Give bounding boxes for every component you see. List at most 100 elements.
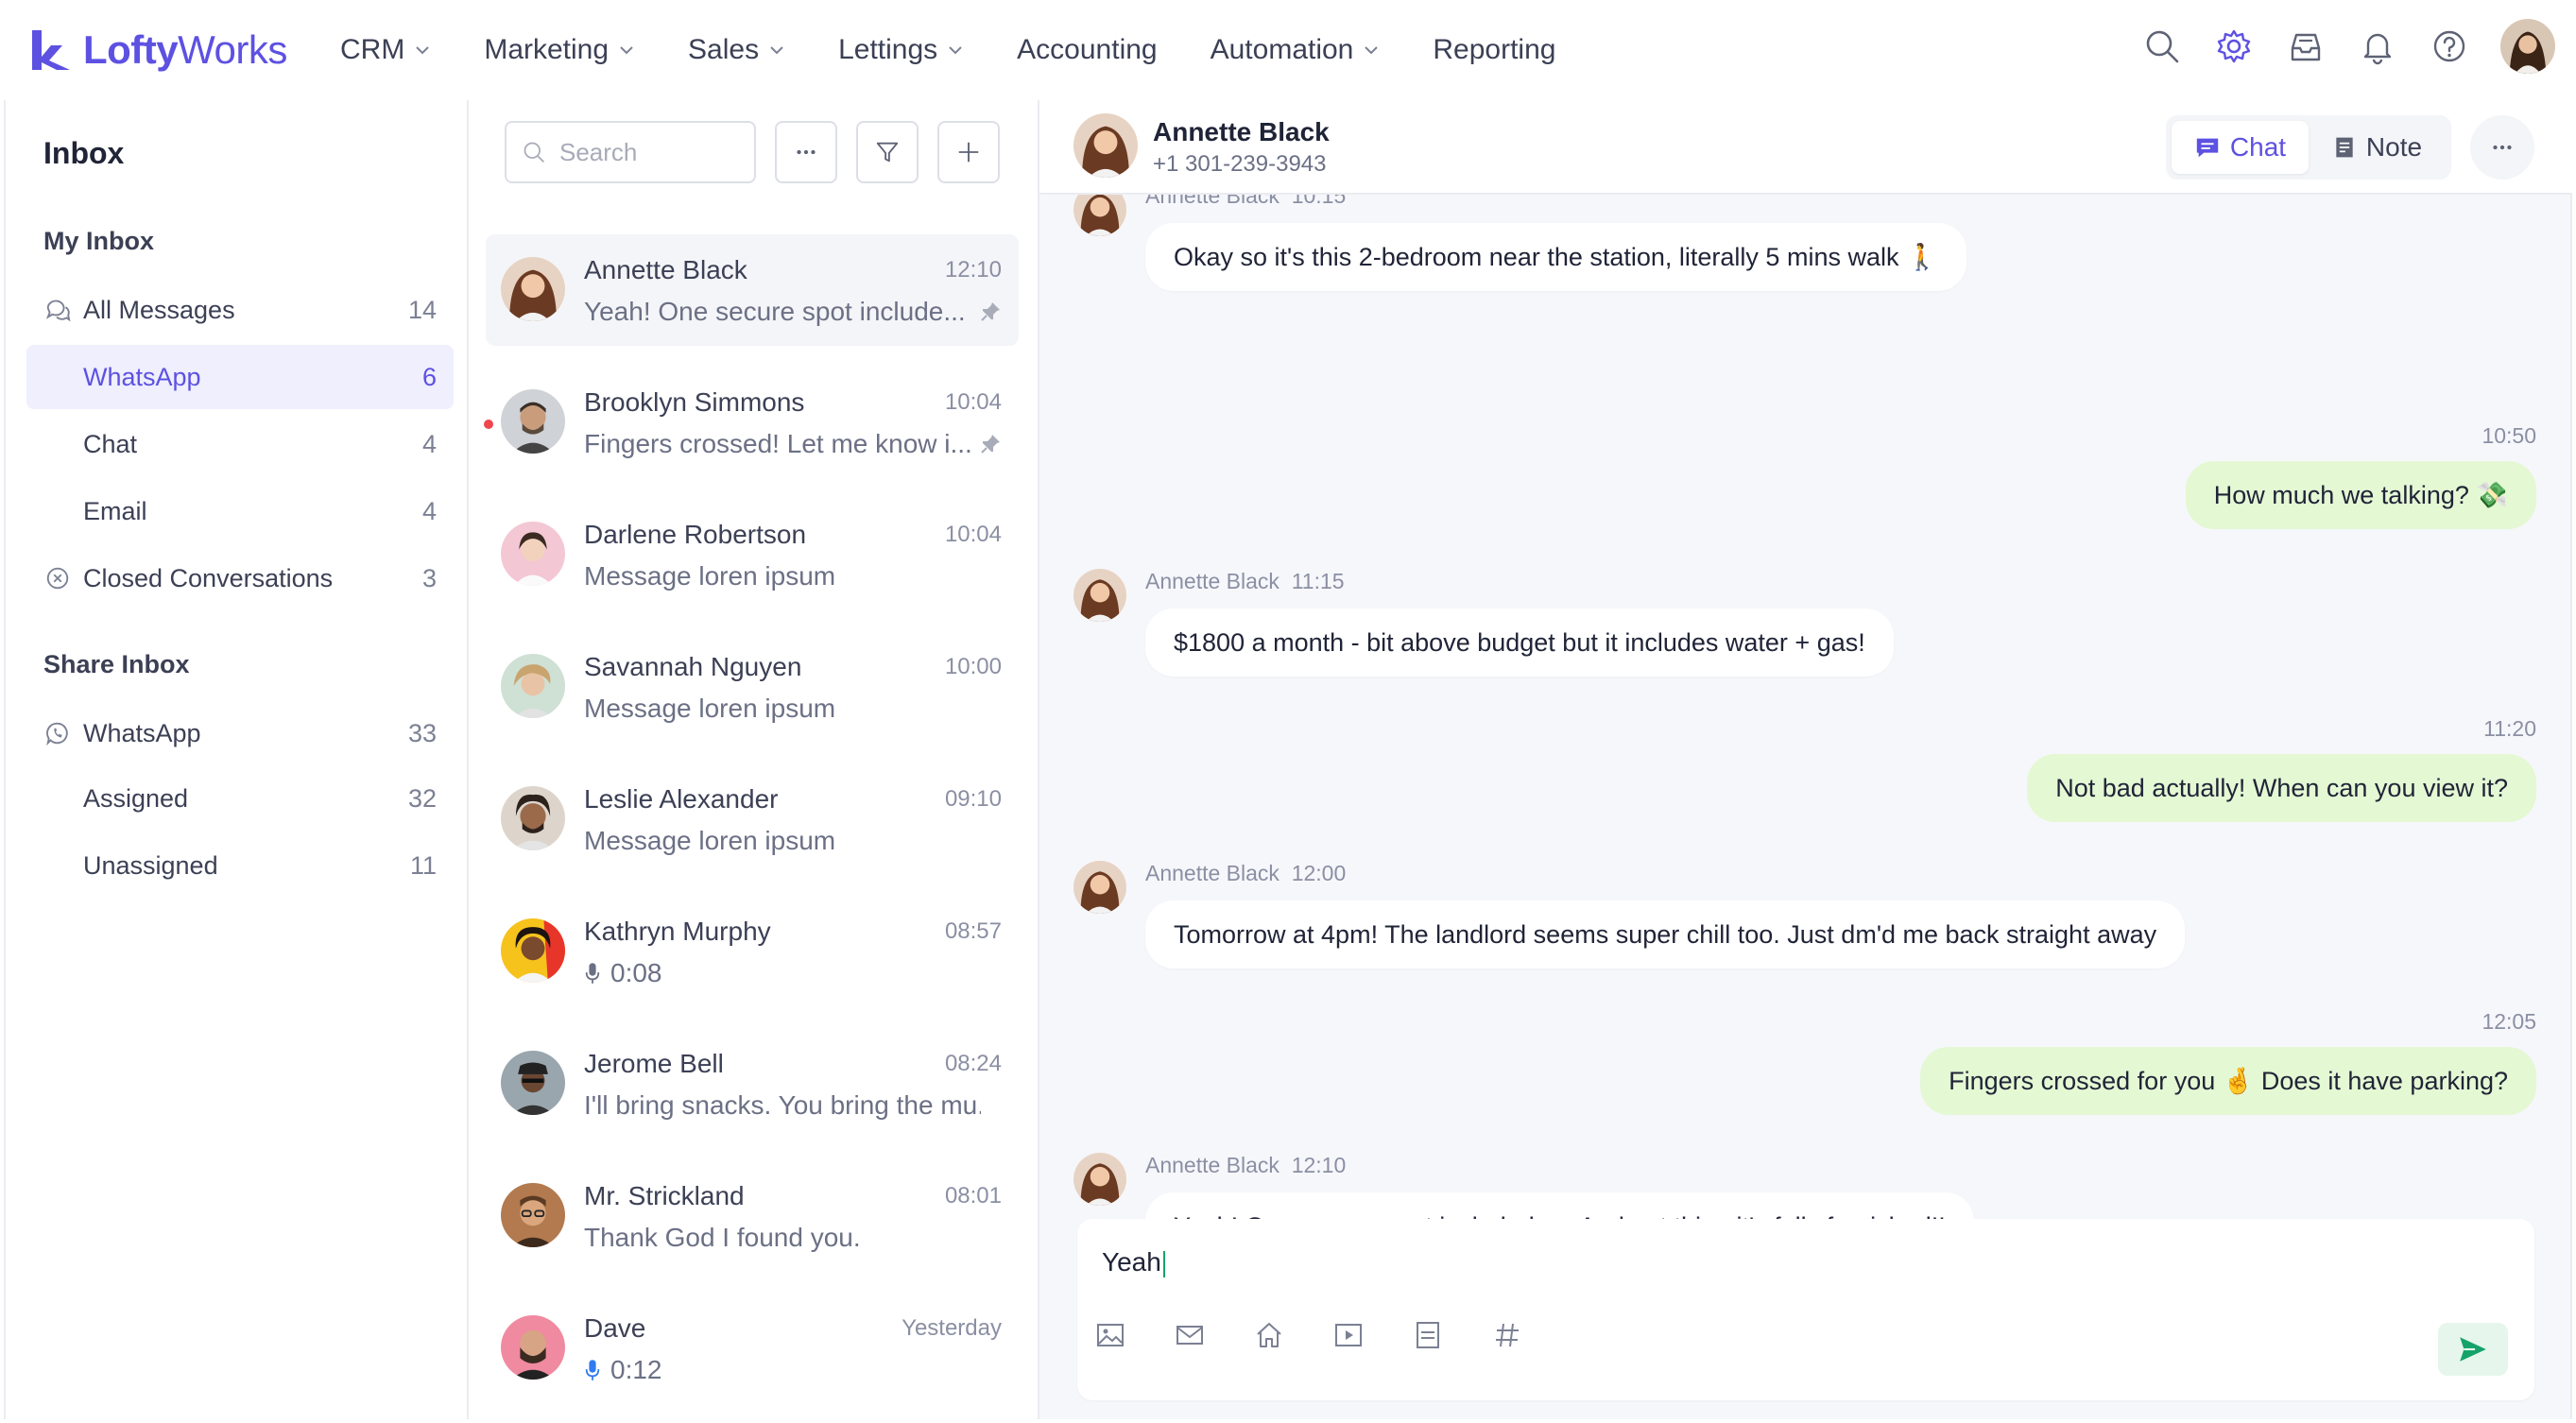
new-conversation-button[interactable] (937, 121, 1000, 183)
close-circle-icon (43, 564, 72, 592)
message-time: 11:20 (2483, 716, 2536, 741)
help-icon[interactable] (2429, 26, 2470, 67)
conversation-item-annette-black[interactable]: Annette Black 12:10 Yeah! One secure spo… (486, 234, 1019, 346)
message-bubble: Not bad actually! When can you view it? (2027, 754, 2536, 822)
message-composer[interactable]: Yeah (1077, 1219, 2534, 1400)
message-thread: Annette Black 10:15 Okay so it's this 2-… (1039, 195, 2572, 1281)
unread-indicator (484, 420, 493, 429)
contact-name: Jerome Bell (584, 1049, 724, 1078)
sidebar-item-assigned[interactable]: Assigned 32 (26, 766, 454, 831)
message-preview: I'll bring snacks. You bring the mu... (584, 1090, 981, 1120)
ellipsis-icon (797, 149, 816, 155)
microphone-icon (585, 1360, 600, 1380)
conversation-item-dave[interactable]: Dave Yesterday 0:12 (486, 1293, 1019, 1404)
sidebar-item-chat[interactable]: Chat 4 (26, 412, 454, 476)
plus-icon (958, 142, 979, 163)
message-preview: Message loren ipsum (584, 561, 836, 591)
pin-icon[interactable] (979, 300, 1002, 323)
chat-more-button[interactable] (2470, 115, 2534, 180)
chat-header: Annette Black +1 301-239-3943 Chat Note (1039, 100, 2572, 195)
message-bubble: Tomorrow at 4pm! The landlord seems supe… (1145, 900, 2186, 969)
sidebar-item-closed-conversations[interactable]: Closed Conversations 3 (26, 546, 454, 610)
timestamp: 12:10 (944, 257, 1002, 283)
tab-chat[interactable]: Chat (2172, 121, 2309, 174)
user-avatar[interactable] (2500, 19, 2555, 74)
avatar (501, 1315, 565, 1380)
pin-icon[interactable] (979, 433, 1002, 455)
send-icon (2460, 1337, 2486, 1362)
search-icon[interactable] (2141, 26, 2183, 67)
chat-note-toggle: Chat Note (2166, 115, 2451, 180)
send-button[interactable] (2438, 1323, 2508, 1376)
timestamp: 10:00 (944, 654, 1002, 679)
message-preview: Message loren ipsum (584, 694, 836, 723)
message-meta: Annette Black 12:10 (1145, 1153, 1347, 1177)
lofty-works-logo[interactable]: LoftyWorks (28, 25, 287, 76)
inbox-tray-icon[interactable] (2285, 26, 2327, 67)
message-meta: Annette Black 11:15 (1145, 569, 1345, 593)
settings-gear-icon[interactable] (2213, 26, 2255, 67)
avatar (501, 1183, 565, 1247)
nav-icon-bar (2141, 19, 2555, 74)
bell-icon[interactable] (2357, 26, 2398, 67)
nav-lettings[interactable]: Lettings (838, 26, 964, 74)
image-icon[interactable] (1094, 1319, 1126, 1351)
nav-marketing[interactable]: Marketing (484, 26, 635, 74)
email-icon[interactable] (1174, 1319, 1206, 1351)
tab-note[interactable]: Note (2309, 121, 2446, 174)
nav-sales[interactable]: Sales (688, 26, 785, 74)
sidebar-item-email[interactable]: Email 4 (26, 479, 454, 543)
home-icon[interactable] (1253, 1319, 1285, 1351)
filter-button[interactable] (856, 121, 919, 183)
conversation-item-kathryn-murphy[interactable]: Kathryn Murphy 08:57 0:08 (486, 896, 1019, 1007)
sidebar-item-label: WhatsApp (83, 362, 201, 391)
count-badge: 33 (407, 718, 437, 747)
logo-mark-icon (32, 30, 70, 70)
sidebar-item-shared-whatsapp[interactable]: WhatsApp 33 (26, 701, 454, 765)
contact-name: Dave (584, 1313, 646, 1343)
share-inbox-heading: Share Inbox (43, 650, 190, 678)
conversation-search[interactable]: Search (505, 121, 756, 183)
sidebar-item-label: All Messages (83, 295, 235, 324)
conversation-item-savannah-nguyen[interactable]: Savannah Nguyen 10:00 Message loren ipsu… (486, 631, 1019, 743)
sidebar-item-all-messages[interactable]: All Messages 14 (26, 278, 454, 342)
contact-name: Annette Black (584, 255, 747, 284)
hashtag-icon[interactable] (1491, 1319, 1523, 1351)
sidebar-item-whatsapp[interactable]: WhatsApp 6 (26, 345, 454, 409)
conversation-item-darlene-robertson[interactable]: Darlene Robertson 10:04 Message loren ip… (486, 499, 1019, 610)
text-caret (1162, 1250, 1165, 1277)
template-icon[interactable] (1412, 1319, 1444, 1351)
count-badge: 3 (421, 563, 437, 592)
video-icon[interactable] (1332, 1319, 1365, 1351)
contact-name[interactable]: Annette Black (1153, 117, 1330, 147)
ellipsis-icon (2493, 145, 2512, 150)
message-preview: Fingers crossed! Let me know i... (584, 429, 972, 458)
search-placeholder: Search (559, 137, 638, 166)
filter-icon (876, 142, 899, 163)
conversation-item-brooklyn-simmons[interactable]: Brooklyn Simmons 10:04 Fingers crossed! … (484, 367, 1019, 478)
avatar (501, 389, 565, 454)
nav-reporting[interactable]: Reporting (1433, 26, 1555, 74)
sender-avatar (1073, 195, 1126, 236)
nav-accounting[interactable]: Accounting (1017, 26, 1157, 74)
sidebar-item-label: Email (83, 496, 147, 525)
timestamp: 10:04 (944, 389, 1002, 415)
search-icon (524, 142, 545, 163)
nav-automation[interactable]: Automation (1211, 26, 1381, 74)
sidebar-item-unassigned[interactable]: Unassigned 11 (26, 833, 454, 898)
conversation-item-mr-strickland[interactable]: Mr. Strickland 08:01 Thank God I found y… (486, 1160, 1019, 1272)
chevron-down-icon (770, 46, 783, 55)
avatar (501, 918, 565, 983)
voice-duration: 0:12 (610, 1355, 662, 1384)
sidebar-item-label: Assigned (83, 783, 189, 813)
more-options-button[interactable] (775, 121, 837, 183)
sender-avatar (1073, 861, 1126, 914)
message-meta: Annette Black 12:00 (1145, 861, 1347, 885)
contact-avatar[interactable] (1073, 113, 1138, 178)
count-badge: 4 (421, 429, 437, 458)
conversation-item-jerome-bell[interactable]: Jerome Bell 08:24 I'll bring snacks. You… (486, 1028, 1019, 1140)
chevron-down-icon (416, 46, 430, 55)
conversation-item-leslie-alexander[interactable]: Leslie Alexander 09:10 Message loren ips… (486, 763, 1019, 875)
nav-crm[interactable]: CRM (340, 26, 431, 74)
composer-input[interactable]: Yeah (1102, 1247, 1165, 1277)
